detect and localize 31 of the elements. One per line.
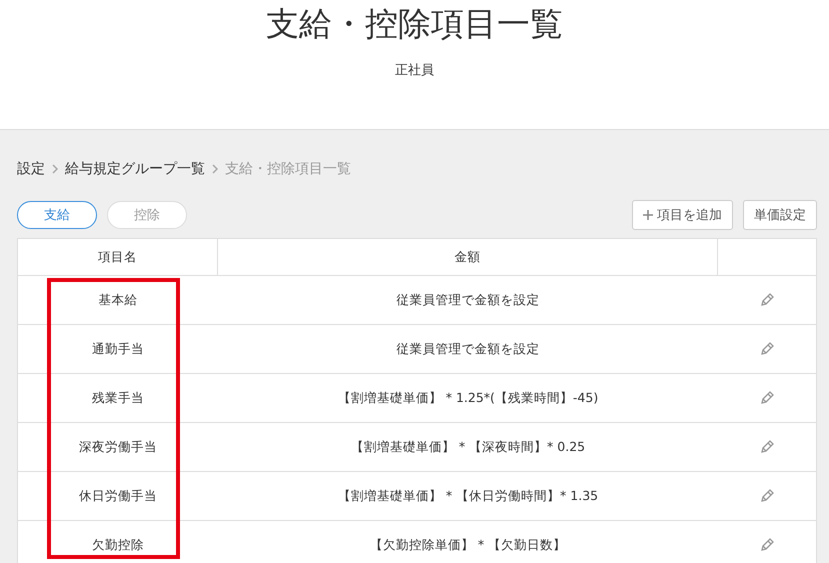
plus-icon — [643, 210, 653, 220]
pencil-icon[interactable] — [759, 439, 775, 455]
table-cell-text: 基本給 — [98, 290, 138, 308]
breadcrumb-link[interactable]: 設定 — [17, 160, 45, 178]
table-cell-text: 従業員管理で金額を設定 — [396, 340, 540, 358]
pencil-icon[interactable] — [759, 537, 775, 553]
breadcrumb-current: 支給・控除項目一覧 — [225, 160, 351, 178]
column-header: 金額 — [218, 239, 718, 275]
table-cell-text: 通勤手当 — [91, 340, 145, 358]
table-cell-text: 深夜労働手当 — [78, 438, 158, 456]
pencil-icon[interactable] — [759, 488, 775, 504]
table-cell-text: 残業手当 — [91, 388, 145, 406]
pencil-icon[interactable] — [759, 292, 775, 308]
add-item-button[interactable]: 項目を追加 — [632, 200, 733, 230]
breadcrumb-link[interactable]: 給与規定グループ一覧 — [65, 160, 205, 178]
table-cell-text: 【割増基礎単価】 * 1.25*(【残業時間】-45) — [336, 388, 600, 406]
table-cell-text: 【欠勤控除単価】 * 【欠勤日数】 — [368, 536, 568, 554]
tab[interactable]: 支給 — [17, 201, 97, 229]
table-cell-text: 欠勤控除 — [91, 536, 145, 554]
table-cell-text: 従業員管理で金額を設定 — [396, 290, 540, 308]
chevron-icon — [211, 164, 219, 174]
pencil-icon[interactable] — [759, 341, 775, 357]
chevron-icon — [51, 164, 59, 174]
column-header: 項目名 — [18, 239, 218, 275]
unit-price-button[interactable]: 単価設定 — [743, 200, 817, 230]
pencil-icon[interactable] — [759, 390, 775, 406]
table-cell-text: 【割増基礎単価】 * 【深夜時間】* 0.25 — [350, 438, 586, 456]
table-cell-text: 【割増基礎単価】 * 【休日労働時間】* 1.35 — [336, 486, 600, 504]
page-title: 支給・控除項目一覧 — [266, 3, 563, 45]
table-cell-text: 休日労働手当 — [78, 486, 158, 504]
page-subtitle: 正社員 — [395, 62, 434, 79]
